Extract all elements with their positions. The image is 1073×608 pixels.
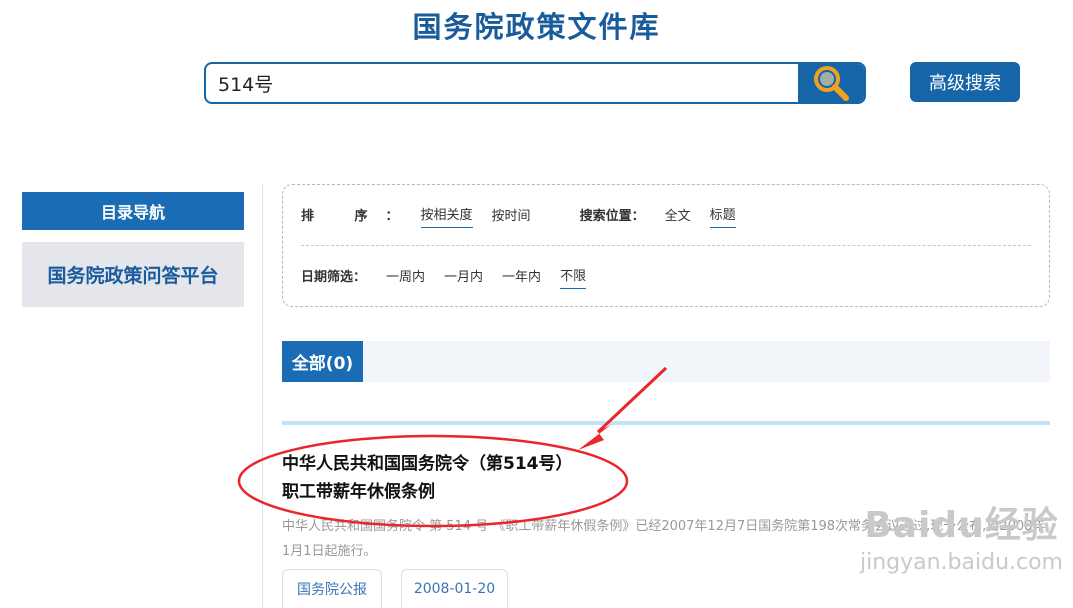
sort-option-time[interactable]: 按时间 [492, 201, 531, 228]
result-source-tag[interactable]: 国务院公报 [282, 569, 382, 608]
date-row: 日期筛选： 一周内 一月内 一年内 不限 [301, 260, 1031, 290]
search-icon [814, 66, 849, 101]
position-option-fulltext[interactable]: 全文 [665, 201, 691, 228]
sort-option-relevance[interactable]: 按相关度 [420, 200, 473, 228]
page-title: 国务院政策文件库 [412, 10, 661, 44]
date-option-week[interactable]: 一周内 [386, 262, 425, 289]
sort-row: 排 序： 按相关度 按时间 搜索位置： 全文 标题 [301, 199, 1031, 229]
result-title-link[interactable]: 中华人民共和国国务院令（第514号） 职工带薪年休假条例 [282, 450, 642, 506]
search-position-label: 搜索位置： [579, 208, 645, 224]
tab-all[interactable]: 全部(0) [282, 341, 363, 382]
position-option-title[interactable]: 标题 [709, 200, 736, 228]
watermark-logo: Baidu经验 [864, 505, 1059, 546]
watermark-url: jingyan.baidu.com [859, 550, 1063, 575]
sidebar-item-policy-qa[interactable]: 国务院政策问答平台 [22, 242, 244, 307]
search-input[interactable] [206, 64, 798, 102]
results-divider [282, 421, 1050, 425]
result-title-line1: 中华人民共和国国务院令（第514号） [282, 454, 573, 474]
result-date-tag: 2008-01-20 [401, 569, 508, 608]
search-button[interactable] [798, 64, 864, 102]
result-title-line2: 职工带薪年休假条例 [282, 482, 435, 502]
sort-label: 排 序： [301, 208, 417, 224]
date-option-unlimited[interactable]: 不限 [560, 261, 587, 289]
column-divider [262, 184, 263, 608]
directory-nav-header: 目录导航 [22, 192, 244, 230]
date-option-year[interactable]: 一年内 [502, 262, 541, 289]
result-tab-bar: 全部(0) [282, 341, 1050, 382]
filter-panel: 排 序： 按相关度 按时间 搜索位置： 全文 标题 日期筛选： 一周内 一月内 … [282, 184, 1050, 307]
date-filter-label: 日期筛选： [301, 269, 367, 285]
filter-divider [301, 245, 1031, 246]
advanced-search-button[interactable]: 高级搜索 [910, 62, 1020, 102]
date-option-month[interactable]: 一月内 [444, 262, 483, 289]
annotation-arrow-head [578, 424, 612, 450]
search-bar [204, 62, 866, 104]
baidu-watermark: Baidu经验 jingyan.baidu.com [860, 505, 1063, 575]
